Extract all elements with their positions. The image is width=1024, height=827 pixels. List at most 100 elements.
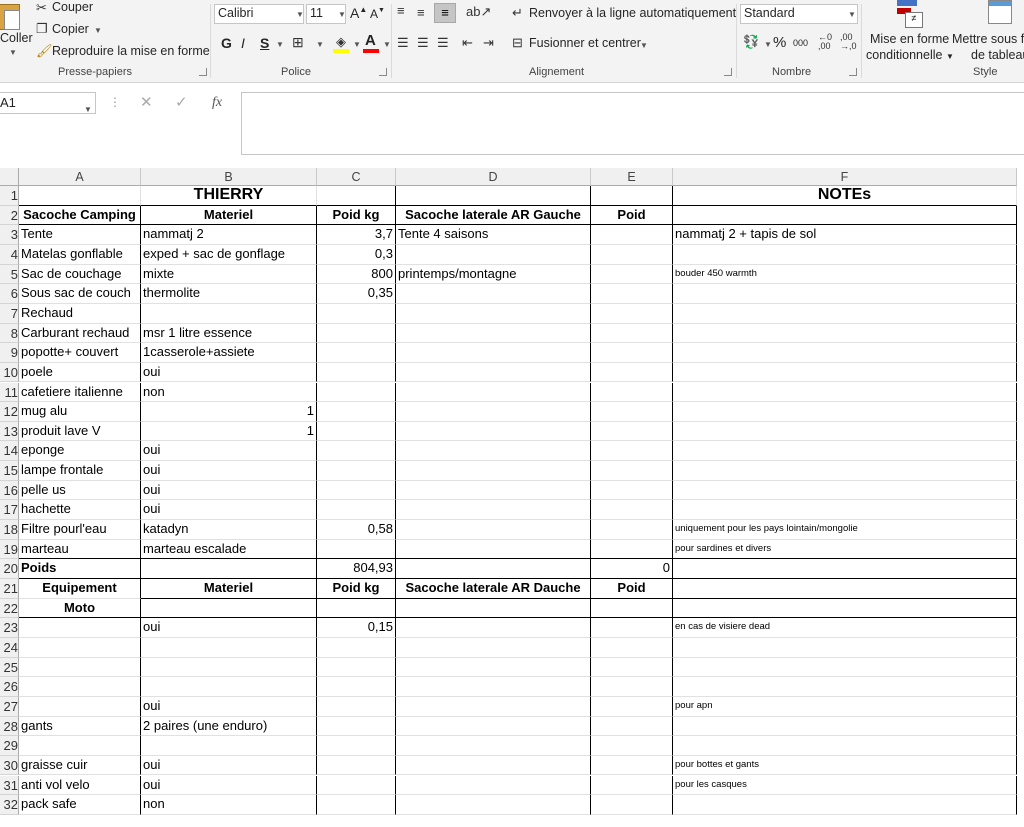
- cell-d4[interactable]: [396, 244, 591, 265]
- cell-d8[interactable]: [396, 323, 591, 344]
- row-header[interactable]: 10: [0, 362, 19, 383]
- cell-c23[interactable]: 0,15: [317, 618, 396, 638]
- cell-e13[interactable]: [591, 421, 673, 442]
- conditional-formatting-button[interactable]: Mise en forme: [870, 32, 949, 46]
- cell-d31[interactable]: [396, 775, 591, 796]
- cell-c9[interactable]: [317, 343, 396, 363]
- cell-e29[interactable]: [591, 736, 673, 756]
- copy-button[interactable]: Copier: [52, 22, 89, 36]
- format-as-table-label-2[interactable]: de tableau: [971, 48, 1024, 62]
- cell-c5[interactable]: 800: [317, 264, 396, 285]
- cell-e18[interactable]: [591, 520, 673, 540]
- cell-a16[interactable]: pelle us: [19, 480, 141, 501]
- cell-a19[interactable]: marteau: [19, 539, 141, 560]
- cell-a17[interactable]: hachette: [19, 500, 141, 521]
- row-header[interactable]: 4: [0, 244, 19, 265]
- row-header[interactable]: 23: [0, 618, 19, 638]
- cell-f11[interactable]: [673, 382, 1017, 403]
- row-header[interactable]: 1: [0, 186, 19, 206]
- cell-a27[interactable]: [19, 696, 141, 717]
- cell-b15[interactable]: oui: [141, 461, 317, 481]
- cell-a9[interactable]: popotte+ couvert: [19, 343, 141, 363]
- cell-a32[interactable]: pack safe: [19, 795, 141, 815]
- accounting-format-icon[interactable]: 💱: [743, 35, 759, 48]
- cell-b28[interactable]: 2 paires (une enduro): [141, 716, 317, 737]
- cell-d10[interactable]: [396, 362, 591, 383]
- cell-e16[interactable]: [591, 480, 673, 501]
- cell-a11[interactable]: cafetiere italienne: [19, 382, 141, 403]
- cell-b13[interactable]: 1: [141, 421, 317, 442]
- cell-a13[interactable]: produit lave V: [19, 421, 141, 442]
- cell-e21[interactable]: Poid: [591, 579, 673, 599]
- cell-f7[interactable]: [673, 303, 1017, 324]
- cell-c10[interactable]: [317, 362, 396, 383]
- cell-d17[interactable]: [396, 500, 591, 521]
- cell-b32[interactable]: non: [141, 795, 317, 815]
- cell-c14[interactable]: [317, 441, 396, 462]
- cell-e10[interactable]: [591, 362, 673, 383]
- decrease-indent-icon[interactable]: ⇤: [462, 36, 473, 49]
- cell-a20[interactable]: Poids: [19, 559, 141, 579]
- cut-button[interactable]: Couper: [52, 0, 93, 14]
- cell-d32[interactable]: [396, 795, 591, 815]
- cell-b16[interactable]: oui: [141, 480, 317, 501]
- cell-b1[interactable]: THIERRY: [141, 186, 317, 206]
- cell-b18[interactable]: katadyn: [141, 520, 317, 540]
- row-header[interactable]: 27: [0, 696, 19, 717]
- cell-c24[interactable]: [317, 637, 396, 658]
- cell-e11[interactable]: [591, 382, 673, 403]
- cell-a10[interactable]: poele: [19, 362, 141, 383]
- font-color-icon[interactable]: A: [363, 32, 379, 53]
- row-header[interactable]: 28: [0, 716, 19, 737]
- cell-e30[interactable]: [591, 755, 673, 776]
- cell-c30[interactable]: [317, 755, 396, 776]
- column-header-d[interactable]: D: [396, 168, 591, 186]
- cell-e9[interactable]: [591, 343, 673, 363]
- formula-bar-grip-icon[interactable]: ⋮: [109, 96, 121, 108]
- cell-c22[interactable]: [317, 598, 396, 619]
- cell-d26[interactable]: [396, 677, 591, 697]
- cell-e3[interactable]: [591, 225, 673, 245]
- cell-e22[interactable]: [591, 598, 673, 619]
- format-painter-button[interactable]: Reproduire la mise en forme: [52, 44, 210, 58]
- cell-a7[interactable]: Rechaud: [19, 303, 141, 324]
- font-size-chevron-icon[interactable]: ▼: [338, 10, 346, 19]
- cell-e2[interactable]: Poid: [591, 205, 673, 226]
- alignment-launcher-icon[interactable]: [724, 68, 732, 76]
- cell-b2[interactable]: Materiel: [141, 205, 317, 226]
- cell-d6[interactable]: [396, 284, 591, 304]
- row-header[interactable]: 22: [0, 598, 19, 619]
- cell-f2[interactable]: [673, 205, 1017, 226]
- cell-c27[interactable]: [317, 696, 396, 717]
- cell-c3[interactable]: 3,7: [317, 225, 396, 245]
- column-header-a[interactable]: A: [19, 168, 141, 186]
- cell-a3[interactable]: Tente: [19, 225, 141, 245]
- copy-dropdown-chevron-icon[interactable]: ▼: [94, 26, 102, 35]
- formula-input[interactable]: [241, 92, 1024, 155]
- cell-b22[interactable]: [141, 598, 317, 619]
- cell-a8[interactable]: Carburant rechaud: [19, 323, 141, 344]
- cell-e8[interactable]: [591, 323, 673, 344]
- cell-f15[interactable]: [673, 461, 1017, 481]
- cell-c26[interactable]: [317, 677, 396, 697]
- column-header-b[interactable]: B: [141, 168, 317, 186]
- cell-e14[interactable]: [591, 441, 673, 462]
- row-header[interactable]: 7: [0, 303, 19, 324]
- paste-button[interactable]: Coller: [0, 31, 33, 45]
- align-bottom-icon[interactable]: ≡: [434, 3, 456, 23]
- increase-decimal-icon[interactable]: ←0,00: [818, 33, 832, 51]
- row-header[interactable]: 8: [0, 323, 19, 344]
- cell-c13[interactable]: [317, 421, 396, 442]
- cancel-icon[interactable]: ✕: [140, 95, 153, 110]
- format-as-table-button[interactable]: Mettre sous f: [952, 32, 1024, 46]
- clipboard-launcher-icon[interactable]: [199, 68, 207, 76]
- cell-c32[interactable]: [317, 795, 396, 815]
- cell-f24[interactable]: [673, 637, 1017, 658]
- underline-button[interactable]: S: [260, 35, 269, 51]
- row-header[interactable]: 30: [0, 755, 19, 776]
- cell-f29[interactable]: [673, 736, 1017, 756]
- cell-d15[interactable]: [396, 461, 591, 481]
- cell-c28[interactable]: [317, 716, 396, 737]
- cell-f6[interactable]: [673, 284, 1017, 304]
- cell-d1[interactable]: [396, 186, 591, 206]
